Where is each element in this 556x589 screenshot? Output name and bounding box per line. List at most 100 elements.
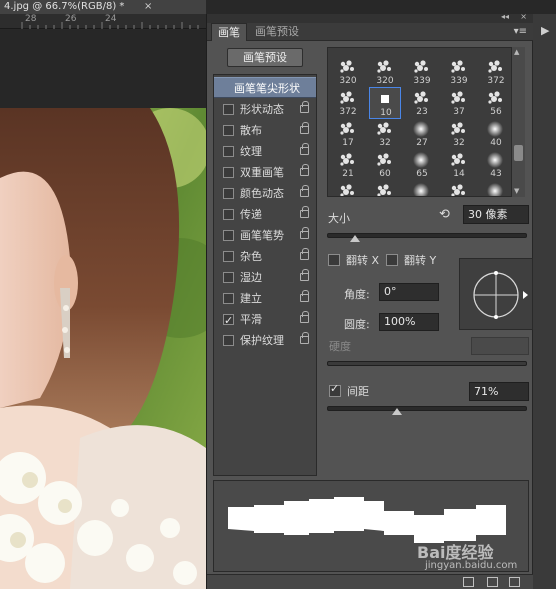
brush-tip-size: 315 bbox=[443, 48, 475, 50]
panel-dock-strip: ▶ bbox=[532, 14, 556, 589]
tab-brush-presets[interactable]: 画笔预设 bbox=[249, 23, 305, 41]
flip-x-checkbox[interactable] bbox=[328, 254, 340, 266]
brush-tip-cell[interactable]: 40 bbox=[480, 118, 512, 150]
brush-option-row[interactable]: 形状动态 bbox=[214, 99, 316, 120]
grid-icon[interactable] bbox=[487, 577, 498, 587]
option-checkbox[interactable] bbox=[223, 251, 234, 262]
option-checkbox[interactable] bbox=[223, 310, 234, 331]
brush-tip-size: 23 bbox=[416, 107, 428, 117]
lock-icon[interactable] bbox=[300, 185, 309, 197]
option-label: 杂色 bbox=[240, 250, 262, 263]
brush-tip-cell[interactable]: 372 bbox=[332, 87, 364, 119]
brush-tip-cell[interactable]: 65 bbox=[406, 149, 438, 181]
option-checkbox[interactable] bbox=[223, 272, 234, 283]
brush-tip-cell[interactable] bbox=[480, 180, 512, 196]
panel-tab-bar: 画笔 画笔预设 ▾≡ bbox=[207, 23, 533, 41]
brush-tip-cell[interactable]: 320 bbox=[332, 56, 364, 88]
collapse-icon[interactable]: ◂◂ bbox=[501, 12, 509, 21]
brush-option-row[interactable]: 颜色动态 bbox=[214, 183, 316, 204]
spacing-checkbox[interactable] bbox=[329, 382, 341, 397]
brush-option-row[interactable]: 杂色 bbox=[214, 246, 316, 267]
option-checkbox[interactable] bbox=[223, 104, 234, 115]
brush-tip-cell[interactable] bbox=[443, 180, 475, 196]
reset-size-icon[interactable]: ⟲ bbox=[439, 207, 450, 222]
brush-tip-cell[interactable]: 14 bbox=[443, 149, 475, 181]
soft-round-brush-icon bbox=[413, 183, 429, 196]
brush-tip-cell[interactable]: 17 bbox=[332, 118, 364, 150]
lock-icon[interactable] bbox=[300, 290, 309, 302]
spacing-slider[interactable] bbox=[327, 406, 527, 411]
option-checkbox[interactable] bbox=[223, 230, 234, 241]
lock-icon[interactable] bbox=[300, 311, 309, 323]
brush-presets-button[interactable]: 画笔预设 bbox=[227, 48, 303, 67]
brush-option-row[interactable]: 建立 bbox=[214, 288, 316, 309]
option-checkbox[interactable] bbox=[223, 188, 234, 199]
spacing-input[interactable]: 71% bbox=[469, 382, 529, 401]
brush-tip-cell[interactable]: 27 bbox=[406, 118, 438, 150]
brush-tip-cell[interactable]: 43 bbox=[480, 149, 512, 181]
brush-tip-cell[interactable] bbox=[369, 180, 401, 196]
toggle-brush-preview-icon[interactable] bbox=[463, 577, 474, 587]
brush-option-row[interactable]: 散布 bbox=[214, 120, 316, 141]
roundness-input[interactable]: 100% bbox=[379, 313, 439, 331]
brush-option-row[interactable]: 传递 bbox=[214, 204, 316, 225]
brush-option-row[interactable]: 双重画笔 bbox=[214, 162, 316, 183]
document-tab[interactable]: 4.jpg @ 66.7%(RGB/8) * × bbox=[0, 0, 206, 14]
flip-y-checkbox[interactable] bbox=[386, 254, 398, 266]
option-checkbox[interactable] bbox=[223, 125, 234, 136]
textured-brush-icon bbox=[340, 91, 354, 104]
tab-brush[interactable]: 画笔 bbox=[211, 23, 247, 41]
brush-tip-cell[interactable]: 37 bbox=[443, 87, 475, 119]
brush-option-row[interactable]: 保护纹理 bbox=[214, 330, 316, 351]
lock-icon[interactable] bbox=[300, 143, 309, 155]
spacing-slider-thumb[interactable] bbox=[392, 408, 402, 415]
brush-tip-cell[interactable]: 21 bbox=[332, 149, 364, 181]
brush-tip-cell[interactable]: 339 bbox=[443, 56, 475, 88]
brush-option-row[interactable]: 平滑 bbox=[214, 309, 316, 331]
lock-icon[interactable] bbox=[300, 269, 309, 281]
lock-icon[interactable] bbox=[300, 332, 309, 344]
brush-option-row[interactable]: 纹理 bbox=[214, 141, 316, 162]
option-label: 建立 bbox=[240, 292, 262, 305]
brush-option-row[interactable]: 画笔笔势 bbox=[214, 225, 316, 246]
brush-grid-scrollbar[interactable]: ▲ ▼ bbox=[511, 47, 525, 197]
lock-icon[interactable] bbox=[300, 164, 309, 176]
panel-menu-icon[interactable]: ▾≡ bbox=[514, 26, 527, 37]
close-icon[interactable]: × bbox=[144, 0, 152, 14]
size-slider-thumb[interactable] bbox=[350, 235, 360, 242]
lock-icon[interactable] bbox=[300, 227, 309, 239]
brush-tip-cell[interactable]: 32 bbox=[443, 118, 475, 150]
option-checkbox[interactable] bbox=[223, 293, 234, 304]
brush-tip-cell[interactable]: 320 bbox=[369, 56, 401, 88]
brush-tip-cell-selected[interactable]: 10 bbox=[369, 87, 401, 119]
brush-tip-cell[interactable]: 60 bbox=[369, 149, 401, 181]
angle-roundness-widget[interactable] bbox=[459, 258, 533, 330]
scroll-thumb[interactable] bbox=[514, 145, 523, 161]
option-checkbox[interactable] bbox=[223, 335, 234, 346]
textured-brush-icon bbox=[414, 60, 428, 73]
option-checkbox[interactable] bbox=[223, 167, 234, 178]
lock-icon[interactable] bbox=[300, 101, 309, 113]
brush-tip-cell[interactable]: 32 bbox=[369, 118, 401, 150]
scroll-down-icon[interactable]: ▼ bbox=[514, 187, 519, 195]
close-icon[interactable]: × bbox=[520, 12, 527, 21]
scroll-up-icon[interactable]: ▲ bbox=[514, 48, 519, 56]
option-checkbox[interactable] bbox=[223, 209, 234, 220]
brush-tip-cell[interactable]: 339 bbox=[406, 56, 438, 88]
angle-input[interactable]: 0° bbox=[379, 283, 439, 301]
brush-tip-cell[interactable] bbox=[332, 180, 364, 196]
play-icon[interactable]: ▶ bbox=[541, 24, 549, 37]
new-brush-icon[interactable] bbox=[509, 577, 520, 587]
option-checkbox[interactable] bbox=[223, 146, 234, 157]
brush-tip-cell[interactable]: 372 bbox=[480, 56, 512, 88]
lock-icon[interactable] bbox=[300, 248, 309, 260]
brush-tip-cell[interactable]: 23 bbox=[406, 87, 438, 119]
size-input[interactable]: 30 像素 bbox=[463, 205, 529, 224]
lock-icon[interactable] bbox=[300, 122, 309, 134]
brush-tip-size: 32 bbox=[453, 138, 465, 148]
brush-option-row[interactable]: 湿边 bbox=[214, 267, 316, 288]
lock-icon[interactable] bbox=[300, 206, 309, 218]
brush-tip-cell[interactable] bbox=[406, 180, 438, 196]
option-brush-tip-shape[interactable]: 画笔笔尖形状 bbox=[214, 77, 316, 98]
brush-tip-cell[interactable]: 56 bbox=[480, 87, 512, 119]
